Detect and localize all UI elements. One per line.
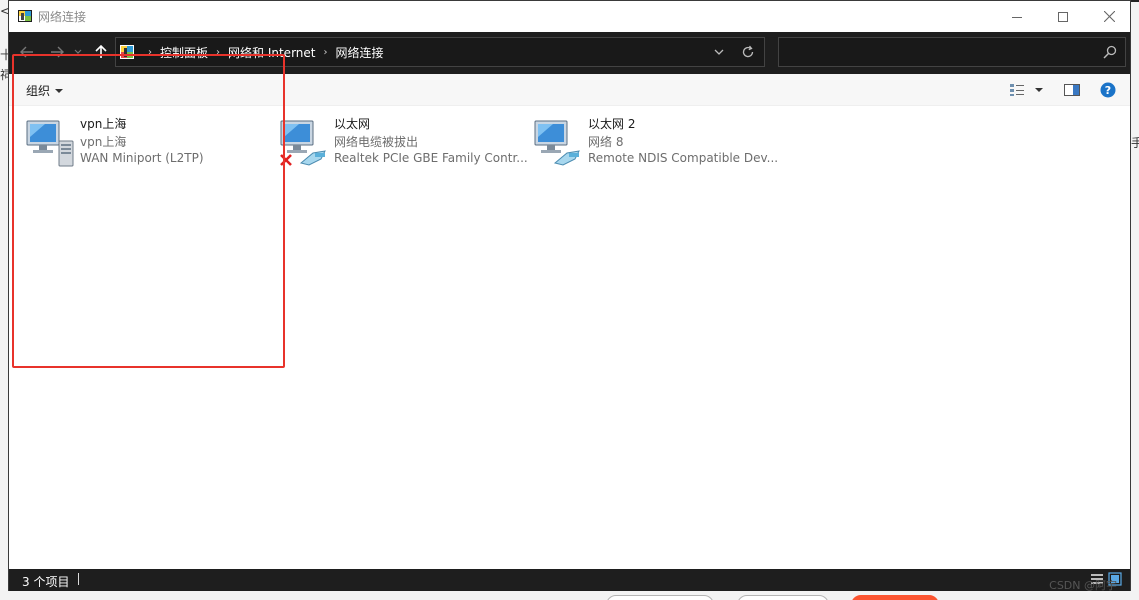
background-bottom-strip: [0, 591, 1139, 600]
status-bar: 3 个项目: [9, 569, 1130, 591]
title-bar: 网络连接: [9, 1, 1130, 32]
breadcrumb-network-connections[interactable]: 网络连接: [335, 44, 383, 61]
watermark: CSDN @阿宇: [1049, 579, 1117, 592]
help-icon: ?: [1100, 82, 1116, 98]
change-view-button[interactable]: [1009, 82, 1025, 98]
preview-pane-button[interactable]: [1064, 82, 1080, 98]
ethernet-connected-icon: [534, 120, 580, 166]
svg-text:?: ?: [1105, 84, 1111, 97]
ethernet-disconnected-icon: [280, 120, 326, 166]
close-button[interactable]: [1086, 1, 1132, 32]
background-right-strip: 手: [1131, 0, 1139, 600]
background-glyph: 手: [1131, 136, 1139, 150]
item-count: 3 个项目: [22, 575, 70, 589]
background-button: [737, 595, 829, 600]
window-title: 网络连接: [38, 10, 87, 24]
background-button: [606, 595, 714, 600]
connection-status: 网络电缆被拔出: [334, 135, 419, 149]
help-button[interactable]: ?: [1100, 82, 1116, 98]
refresh-icon[interactable]: [740, 44, 756, 60]
preview-pane-icon: [1064, 84, 1080, 96]
minimize-icon: [1012, 16, 1022, 18]
connection-item-ethernet-2[interactable]: 以太网 2 网络 8 Remote NDIS Compatible Dev...: [533, 115, 783, 171]
breadcrumb-separator-icon: ›: [323, 46, 328, 58]
caret-down-icon: [1035, 88, 1043, 92]
connection-name: 以太网: [334, 117, 371, 131]
minimize-button[interactable]: [994, 1, 1040, 32]
close-icon: [1103, 11, 1115, 22]
view-details-icon: [1010, 84, 1024, 96]
connection-item-ethernet[interactable]: 以太网 网络电缆被拔出 Realtek PCIe GBE Family Cont…: [279, 115, 529, 171]
search-icon: [1103, 45, 1117, 59]
background-button: [851, 595, 939, 600]
status-divider: [78, 573, 79, 585]
highlight-annotation-box: [12, 54, 285, 368]
background-left-strip: < 十 祠: [0, 0, 12, 600]
connection-device: Remote NDIS Compatible Dev...: [588, 151, 779, 165]
maximize-icon: [1058, 11, 1068, 22]
connection-status: 网络 8: [588, 135, 624, 149]
address-dropdown-icon[interactable]: [712, 45, 726, 59]
connection-name: 以太网 2: [588, 117, 636, 131]
maximize-button[interactable]: [1040, 1, 1086, 32]
connection-device: Realtek PCIe GBE Family Contr...: [334, 151, 528, 165]
network-folder-icon: [18, 10, 32, 22]
search-input[interactable]: [778, 37, 1126, 67]
view-options-dropdown[interactable]: [1035, 82, 1043, 98]
